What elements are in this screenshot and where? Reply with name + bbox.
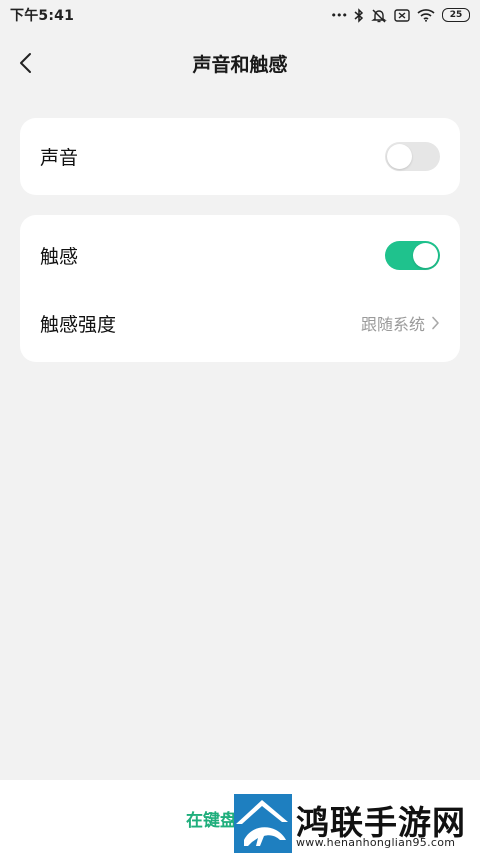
- nav-bar: 声音和触感: [0, 36, 480, 92]
- status-time: 下午5:41: [10, 8, 75, 24]
- watermark-logo-icon: [234, 794, 292, 853]
- mute-icon: [371, 8, 387, 23]
- status-icons: ••• 25: [330, 7, 470, 23]
- keyboard-link[interactable]: 在键盘: [186, 806, 237, 831]
- haptic-card: 触感 触感强度 跟随系统: [20, 215, 460, 362]
- wifi-icon: [417, 8, 435, 22]
- sound-row[interactable]: 声音: [20, 118, 460, 195]
- chevron-right-icon: [432, 316, 439, 330]
- toggle-knob: [387, 144, 412, 169]
- haptic-row[interactable]: 触感: [20, 219, 460, 291]
- haptic-toggle[interactable]: [385, 240, 440, 270]
- sim-icon: [394, 8, 410, 22]
- page-title: 声音和触感: [192, 54, 288, 76]
- more-dots-icon: •••: [330, 8, 348, 22]
- battery-icon: 25: [442, 8, 470, 22]
- bluetooth-icon: [354, 7, 364, 23]
- haptic-strength-value: 跟随系统: [361, 311, 440, 335]
- sound-toggle[interactable]: [385, 142, 440, 171]
- haptic-label: 触感: [40, 245, 79, 268]
- status-bar: 下午5:41 ••• 25: [0, 0, 480, 30]
- sound-label: 声音: [40, 147, 79, 169]
- haptic-strength-row[interactable]: 触感强度 跟随系统: [20, 291, 460, 355]
- haptic-strength-value-text: 跟随系统: [360, 315, 425, 334]
- watermark: 鸿联手游网 www.henanhonglian95.com: [234, 794, 480, 853]
- haptic-strength-label: 触感强度: [40, 313, 117, 336]
- toggle-knob: [413, 242, 438, 268]
- watermark-url: www.henanhonglian95.com: [296, 836, 456, 849]
- sound-card: 声音: [20, 118, 460, 195]
